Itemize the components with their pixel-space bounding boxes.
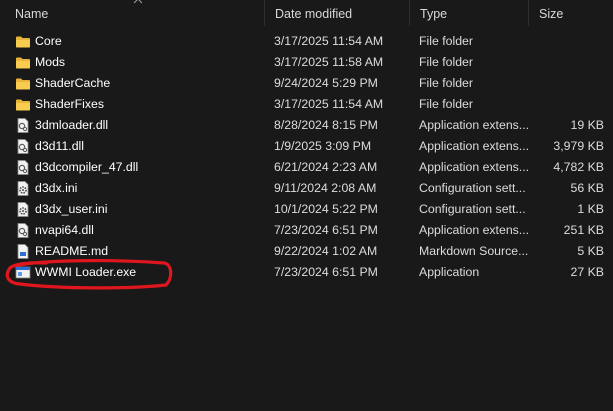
file-row[interactable]: ShaderFixes 3/17/2025 11:54 AM File folder: [0, 94, 613, 115]
folder-icon: [15, 34, 31, 49]
sort-up-icon: [133, 0, 143, 4]
exe-file-icon: [15, 265, 31, 280]
file-name: 3dmloader.dll: [35, 118, 109, 132]
file-type: Application extens...: [419, 160, 529, 174]
file-name: WWMI Loader.exe: [35, 265, 137, 279]
file-date-modified: 9/24/2024 5:29 PM: [274, 76, 378, 90]
file-date-modified: 9/22/2024 1:02 AM: [274, 244, 378, 258]
markdown-file-icon: [15, 244, 31, 259]
file-name: Core: [35, 34, 62, 48]
file-name: README.md: [35, 244, 109, 258]
file-size: [530, 55, 604, 70]
file-date-modified: 3/17/2025 11:54 AM: [274, 34, 384, 48]
file-date-modified: 6/21/2024 2:23 AM: [274, 160, 378, 174]
file-date-modified: 1/9/2025 3:09 PM: [274, 139, 372, 153]
file-date-modified: 9/11/2024 2:08 AM: [274, 181, 377, 195]
column-header-name[interactable]: Name: [15, 6, 48, 22]
file-row[interactable]: README.md 9/22/2024 1:02 AM Markdown Sourc…: [0, 241, 613, 262]
dll-file-icon: [15, 160, 31, 175]
column-header-type[interactable]: Type: [420, 6, 447, 22]
file-type: Configuration sett...: [419, 202, 526, 216]
file-size: 4,782 KB: [553, 160, 604, 174]
file-date-modified: 3/17/2025 11:54 AM: [274, 97, 384, 111]
file-name: d3dx_user.ini: [35, 202, 108, 216]
column-divider[interactable]: [409, 0, 410, 26]
file-type: File folder: [419, 97, 473, 111]
file-name: Mods: [35, 55, 66, 69]
folder-icon: [15, 97, 31, 112]
file-type: File folder: [419, 55, 473, 69]
dll-file-icon: [15, 118, 31, 133]
column-divider[interactable]: [528, 0, 529, 26]
file-type: Markdown Source...: [419, 244, 529, 258]
file-row[interactable]: WWMI Loader.exe 7/23/2024 6:51 PM Applicat…: [0, 262, 613, 283]
file-row[interactable]: Core 3/17/2025 11:54 AM File folder: [0, 31, 613, 52]
file-size: 251 KB: [563, 223, 604, 237]
file-size: [530, 34, 604, 49]
folder-icon: [15, 76, 31, 91]
column-header-size[interactable]: Size: [539, 6, 563, 22]
file-size: [530, 97, 604, 112]
file-row[interactable]: 3dmloader.dll 8/28/2024 8:15 PM Applicatio…: [0, 115, 613, 136]
dll-file-icon: [15, 223, 31, 238]
file-explorer-window: Name Date modified Type Size Core 3/17/20…: [0, 0, 613, 411]
file-type: File folder: [419, 34, 473, 48]
file-row[interactable]: d3dcompiler_47.dll 6/21/2024 2:23 AM Appli…: [0, 157, 613, 178]
file-type: Configuration sett...: [419, 181, 526, 195]
file-size: 27 KB: [570, 265, 605, 279]
ini-file-icon: [15, 181, 31, 196]
file-name: ShaderCache: [35, 76, 111, 90]
column-header-bar: Name Date modified Type Size: [0, 0, 613, 26]
file-size: 19 KB: [570, 118, 605, 132]
file-type: Application extens...: [419, 118, 529, 132]
file-name: nvapi64.dll: [35, 223, 94, 237]
file-type: File folder: [419, 76, 473, 90]
file-row[interactable]: d3dx_user.ini 10/1/2024 5:22 PM Configurat…: [0, 199, 613, 220]
file-row[interactable]: ShaderCache 9/24/2024 5:29 PM File folder: [0, 73, 613, 94]
file-date-modified: 3/17/2025 11:58 AM: [274, 55, 384, 69]
file-row[interactable]: d3dx.ini 9/11/2024 2:08 AM Configuration s…: [0, 178, 613, 199]
file-type: Application extens...: [419, 139, 529, 153]
column-header-date-modified[interactable]: Date modified: [275, 6, 352, 22]
ini-file-icon: [15, 202, 31, 217]
file-name: ShaderFixes: [35, 97, 105, 111]
file-row[interactable]: nvapi64.dll 7/23/2024 6:51 PM Application …: [0, 220, 613, 241]
file-date-modified: 10/1/2024 5:22 PM: [274, 202, 378, 216]
dll-file-icon: [15, 139, 31, 154]
file-name: d3d11.dll: [35, 139, 85, 153]
file-date-modified: 7/23/2024 6:51 PM: [274, 265, 378, 279]
file-date-modified: 8/28/2024 8:15 PM: [274, 118, 378, 132]
file-size: 1 KB: [577, 202, 604, 216]
file-size: 5 KB: [577, 244, 604, 258]
file-type: Application extens...: [419, 223, 529, 237]
file-size: 3,979 KB: [553, 139, 604, 153]
file-date-modified: 7/23/2024 6:51 PM: [274, 223, 378, 237]
file-type: Application: [419, 265, 480, 279]
file-size: [530, 76, 604, 91]
column-divider[interactable]: [264, 0, 265, 26]
file-list: Core 3/17/2025 11:54 AM File folder Mods 3/1…: [0, 31, 613, 283]
file-row[interactable]: d3d11.dll 1/9/2025 3:09 PM Application ext…: [0, 136, 613, 157]
file-name: d3dcompiler_47.dll: [35, 160, 139, 174]
file-row[interactable]: Mods 3/17/2025 11:58 AM File folder: [0, 52, 613, 73]
file-name: d3dx.ini: [35, 181, 78, 195]
file-size: 56 KB: [570, 181, 605, 195]
folder-icon: [15, 55, 31, 70]
